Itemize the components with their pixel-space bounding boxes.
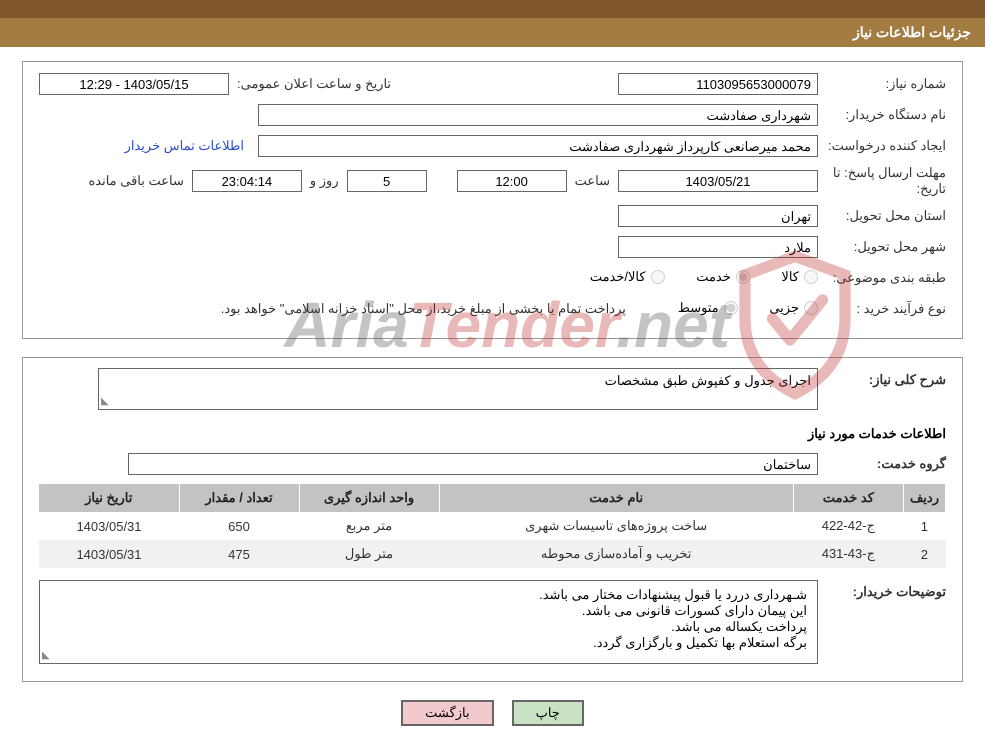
purchase-type-radios: جزیی متوسط [650, 300, 818, 318]
label-requester: ایجاد کننده درخواست: [818, 138, 946, 154]
th-qty: تعداد / مقدار [179, 484, 299, 512]
cell-date: 1403/05/31 [39, 512, 179, 540]
field-service-group: ساختمان [128, 453, 818, 475]
cell-unit: متر مربع [299, 512, 439, 540]
label-time-word: ساعت [575, 173, 610, 189]
label-announce-dt: تاریخ و ساعت اعلان عمومی: [237, 76, 391, 92]
table-row: 2ج-43-431تخریب و آماده‌سازی محوطهمتر طول… [39, 540, 946, 568]
field-requester: محمد میرصانعی کارپرداز شهرداری صفادشت [258, 135, 818, 157]
services-info-heading: اطلاعات خدمات مورد نیاز [39, 426, 946, 442]
radio-medium[interactable]: متوسط [678, 300, 738, 316]
label-overall-desc: شرح کلی نیاز: [818, 368, 946, 388]
services-table: ردیف کد خدمت نام خدمت واحد اندازه گیری ت… [39, 484, 946, 568]
note-line: برگه استعلام بها تکمیل و بارگزاری گردد. [50, 635, 807, 651]
top-stripe [0, 0, 985, 18]
back-button[interactable]: بازگشت [401, 700, 493, 726]
cell-idx: 2 [903, 540, 945, 568]
label-need-no: شماره نیاز: [818, 76, 946, 92]
cell-name: تخریب و آماده‌سازی محوطه [439, 540, 793, 568]
radio-both[interactable]: کالا/خدمت [590, 269, 665, 285]
radio-goods-label: کالا [781, 269, 799, 285]
cell-code: ج-43-431 [793, 540, 903, 568]
note-line: پرداخت یکساله می باشد. [50, 619, 807, 635]
payment-note: پرداخت تمام یا بخشی از مبلغ خرید،از محل … [221, 301, 626, 317]
overall-desc-box[interactable]: اجرای جدول و کفپوش طبق مشخصات ◣ [98, 368, 818, 410]
resize-handle-icon: ◣ [42, 650, 50, 661]
radio-medium-label: متوسط [678, 300, 719, 316]
details-panel: شرح کلی نیاز: اجرای جدول و کفپوش طبق مشخ… [22, 357, 963, 682]
th-date: تاریخ نیاز [39, 484, 179, 512]
radio-small-label: جزیی [769, 300, 799, 316]
label-buyer-notes: توضیحات خریدار: [818, 580, 946, 600]
label-city: شهر محل تحویل: [818, 239, 946, 255]
th-unit: واحد اندازه گیری [299, 484, 439, 512]
radio-small[interactable]: جزیی [769, 300, 818, 316]
cell-date: 1403/05/31 [39, 540, 179, 568]
label-deadline: مهلت ارسال پاسخ: تا تاریخ: [818, 165, 946, 197]
resize-handle-icon: ◣ [101, 396, 109, 407]
print-button[interactable]: چاپ [512, 700, 584, 726]
page-title: جزئیات اطلاعات نیاز [0, 18, 985, 47]
field-province: تهران [618, 205, 818, 227]
cell-name: ساخت پروژه‌های تاسیسات شهری [439, 512, 793, 540]
buyer-contact-link[interactable]: اطلاعات تماس خریدار [125, 138, 244, 154]
radio-both-label: کالا/خدمت [590, 269, 646, 285]
cell-unit: متر طول [299, 540, 439, 568]
radio-service-label: خدمت [696, 269, 731, 285]
th-name: نام خدمت [439, 484, 793, 512]
th-idx: ردیف [903, 484, 945, 512]
field-need-no: 1103095653000079 [618, 73, 818, 95]
field-deadline-time: 12:00 [457, 170, 567, 192]
note-line: شـهرداری دررد یا قبول پیشنهادات مختار می… [50, 587, 807, 603]
label-service-group: گروه خدمت: [818, 456, 946, 472]
radio-service[interactable]: خدمت [696, 269, 750, 285]
field-city: ملارد [618, 236, 818, 258]
info-panel: شماره نیاز: 1103095653000079 تاریخ و ساع… [22, 61, 963, 339]
overall-desc-text: اجرای جدول و کفپوش طبق مشخصات [605, 373, 811, 388]
field-days-left: 5 [347, 170, 427, 192]
field-announce-dt: 1403/05/15 - 12:29 [39, 73, 229, 95]
field-buyer-org: شهرداری صفادشت [258, 104, 818, 126]
label-buyer-org: نام دستگاه خریدار: [818, 107, 946, 123]
table-row: 1ج-42-422ساخت پروژه‌های تاسیسات شهریمتر … [39, 512, 946, 540]
label-hours-remain: ساعت باقی مانده [88, 173, 183, 189]
cell-qty: 650 [179, 512, 299, 540]
label-day-and: روز و [310, 173, 339, 189]
label-purchase-type: نوع فرآیند خرید : [818, 301, 946, 317]
cell-qty: 475 [179, 540, 299, 568]
radio-goods[interactable]: کالا [781, 269, 818, 285]
note-line: این پیمان دارای کسورات قانونی می باشد. [50, 603, 807, 619]
cell-code: ج-42-422 [793, 512, 903, 540]
field-countdown: 23:04:14 [192, 170, 302, 192]
category-radios: کالا خدمت کالا/خدمت [562, 269, 818, 287]
label-province: استان محل تحویل: [818, 208, 946, 224]
label-category: طبقه بندی موضوعی: [818, 270, 946, 286]
buyer-notes-box[interactable]: شـهرداری دررد یا قبول پیشنهادات مختار می… [39, 580, 818, 664]
button-bar: چاپ بازگشت [22, 700, 963, 726]
th-code: کد خدمت [793, 484, 903, 512]
cell-idx: 1 [903, 512, 945, 540]
field-deadline-date: 1403/05/21 [618, 170, 818, 192]
content-area: شماره نیاز: 1103095653000079 تاریخ و ساع… [0, 47, 985, 740]
